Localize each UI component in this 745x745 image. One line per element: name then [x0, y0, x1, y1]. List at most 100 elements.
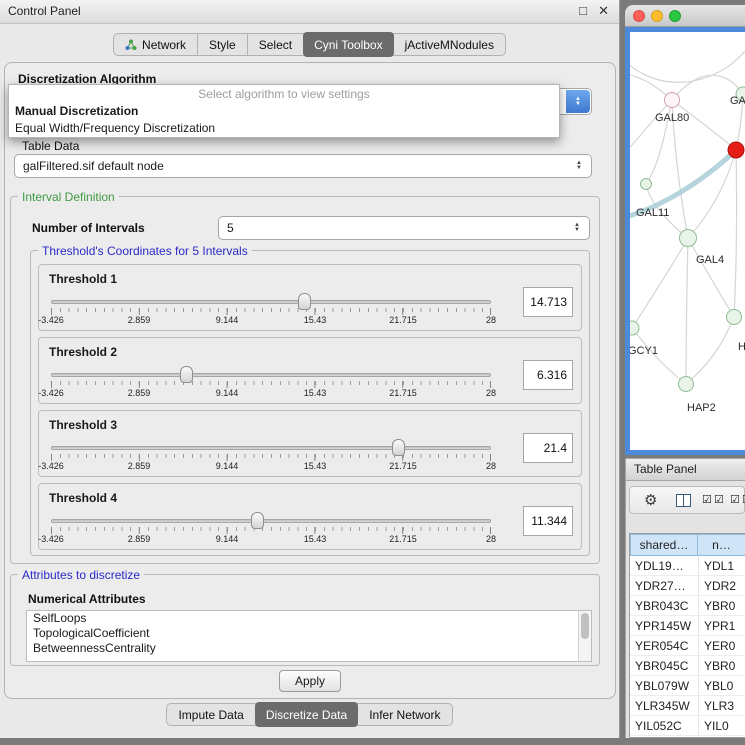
- slider-major-ticks: [51, 527, 491, 534]
- threshold-3-value-field[interactable]: [523, 433, 573, 463]
- network-canvas[interactable]: GAL80 GAL11 GAL4 GCY1 HAP2 GA H: [630, 32, 745, 450]
- tab-impute-data[interactable]: Impute Data: [167, 704, 254, 725]
- table-cell[interactable]: YDR2: [698, 576, 745, 595]
- threshold-1-value-field[interactable]: [523, 287, 573, 317]
- table-row[interactable]: YIL052C YIL0: [630, 716, 745, 736]
- node-gcy1[interactable]: [630, 321, 639, 335]
- dropdown-option-equal-width-frequency[interactable]: Equal Width/Frequency Discretization: [9, 120, 559, 137]
- table-cell[interactable]: YIL052C: [630, 716, 698, 735]
- table-cell[interactable]: YBR043C: [630, 596, 698, 615]
- table-cell[interactable]: YDL1: [698, 556, 745, 575]
- slider-handle[interactable]: [298, 293, 311, 310]
- minimize-traffic-light-icon[interactable]: [651, 10, 663, 22]
- number-of-intervals-label: Number of Intervals: [32, 221, 145, 235]
- slider-track[interactable]: [51, 519, 491, 523]
- tick-label: 2.859: [128, 315, 151, 325]
- apply-button[interactable]: Apply: [279, 670, 341, 692]
- table-cell[interactable]: YIL0: [698, 716, 745, 735]
- stepper-down-icon: ▼: [576, 166, 582, 171]
- tab-jactivemnodules[interactable]: jActiveMNodules: [394, 34, 505, 55]
- attributes-scrollbar[interactable]: [578, 611, 591, 661]
- tab-impute-data-label: Impute Data: [178, 708, 243, 722]
- slider-track[interactable]: [51, 300, 491, 304]
- node-gal80[interactable]: [665, 93, 680, 108]
- table-row[interactable]: YBR045C YBR0: [630, 656, 745, 676]
- threshold-4-value-field[interactable]: [523, 506, 573, 536]
- slider-handle[interactable]: [251, 512, 264, 529]
- gear-icon[interactable]: ⚙: [644, 491, 657, 509]
- table-panel-header[interactable]: Table Panel: [625, 458, 745, 481]
- numerical-attributes-label: Numerical Attributes: [28, 592, 146, 606]
- table-data-stepper-icon[interactable]: ▲ ▼: [573, 155, 585, 177]
- tick-label: 2.859: [128, 534, 151, 544]
- list-item-betweennesscentrality[interactable]: BetweennessCentrality: [27, 641, 591, 656]
- slider-track[interactable]: [51, 373, 491, 377]
- table-cell[interactable]: YDL19…: [630, 556, 698, 575]
- table-row[interactable]: YLR345W YLR3: [630, 696, 745, 716]
- node-gal11[interactable]: [641, 179, 652, 190]
- node-partial-mid-right[interactable]: [727, 310, 742, 325]
- node-label-gal4: GAL4: [696, 254, 724, 266]
- table-cell[interactable]: YBL0: [698, 676, 745, 695]
- scrollbar-thumb[interactable]: [581, 613, 589, 639]
- zoom-traffic-light-icon[interactable]: [669, 10, 681, 22]
- table-cell[interactable]: YBR045C: [630, 656, 698, 675]
- table-cell[interactable]: YBL079W: [630, 676, 698, 695]
- threshold-1-slider[interactable]: -3.426 2.859 9.144 15.43 21.715 28: [51, 291, 491, 327]
- table-cell[interactable]: YLR3: [698, 696, 745, 715]
- slider-track[interactable]: [51, 446, 491, 450]
- columns-icon[interactable]: [676, 494, 691, 507]
- close-window-icon[interactable]: ✕: [598, 3, 609, 19]
- node-hap2[interactable]: [679, 377, 694, 392]
- tick-label: -3.426: [38, 388, 64, 398]
- slider-handle[interactable]: [392, 439, 405, 456]
- stepper-down-icon: ▼: [574, 228, 580, 233]
- tab-infer-network[interactable]: Infer Network: [358, 704, 451, 725]
- table-row[interactable]: YPR145W YPR1: [630, 616, 745, 636]
- table-cell[interactable]: YER054C: [630, 636, 698, 655]
- algorithm-select-stepper-icon[interactable]: ▲ ▼: [566, 90, 590, 113]
- float-window-icon[interactable]: □: [579, 3, 587, 18]
- threshold-3-slider[interactable]: -3.426 2.859 9.144 15.43 21.715 28: [51, 437, 491, 473]
- table-cell[interactable]: YPR1: [698, 616, 745, 635]
- threshold-4-slider[interactable]: -3.426 2.859 9.144 15.43 21.715 28: [51, 510, 491, 546]
- close-traffic-light-icon[interactable]: [633, 10, 645, 22]
- tab-cyni-toolbox[interactable]: Cyni Toolbox: [303, 32, 393, 57]
- network-window-titlebar[interactable]: [625, 5, 745, 27]
- table-cell[interactable]: YLR345W: [630, 696, 698, 715]
- table-row[interactable]: YDL19… YDL1: [630, 556, 745, 576]
- slider-handle[interactable]: [180, 366, 193, 383]
- table-cell[interactable]: YER0: [698, 636, 745, 655]
- tab-select[interactable]: Select: [247, 34, 303, 55]
- tab-network[interactable]: Network: [114, 34, 197, 55]
- dropdown-option-manual-discretization[interactable]: Manual Discretization: [9, 103, 559, 120]
- threshold-2-slider[interactable]: -3.426 2.859 9.144 15.43 21.715 28: [51, 364, 491, 400]
- number-of-intervals-select[interactable]: 5 ▲ ▼: [218, 216, 590, 240]
- list-item-topologicalcoefficient[interactable]: TopologicalCoefficient: [27, 626, 591, 641]
- table-data-select[interactable]: galFiltered.sif default node ▲ ▼: [14, 154, 592, 178]
- node-selected-red[interactable]: [728, 142, 744, 158]
- checkbox-icon-1[interactable]: ☑: [702, 494, 712, 507]
- list-item-selfloops[interactable]: SelfLoops: [27, 611, 591, 626]
- node-gal4[interactable]: [680, 230, 697, 247]
- checkbox-icon-2[interactable]: ☑: [714, 494, 724, 507]
- table-cell[interactable]: YDR27…: [630, 576, 698, 595]
- table-row[interactable]: YBL079W YBL0: [630, 676, 745, 696]
- table-cell[interactable]: YBR0: [698, 656, 745, 675]
- table-cell[interactable]: YPR145W: [630, 616, 698, 635]
- control-panel-window: Control Panel □ ✕ Network: [0, 0, 620, 738]
- column-header-shared-name[interactable]: shared…: [630, 534, 698, 556]
- tick-label: -3.426: [38, 534, 64, 544]
- window-title: Control Panel: [8, 4, 81, 18]
- threshold-2-value-field[interactable]: [523, 360, 573, 390]
- table-row[interactable]: YDR27… YDR2: [630, 576, 745, 596]
- table-row[interactable]: YBR043C YBR0: [630, 596, 745, 616]
- number-of-intervals-stepper-icon[interactable]: ▲ ▼: [571, 217, 583, 239]
- tab-discretize-data[interactable]: Discretize Data: [255, 702, 358, 727]
- column-header-name[interactable]: n…: [698, 534, 745, 556]
- table-row[interactable]: YER054C YER0: [630, 636, 745, 656]
- table-cell[interactable]: YBR0: [698, 596, 745, 615]
- threshold-3-label: Threshold 3: [49, 418, 117, 432]
- tab-style[interactable]: Style: [197, 34, 247, 55]
- checkbox-icon-3[interactable]: ☑: [730, 494, 740, 507]
